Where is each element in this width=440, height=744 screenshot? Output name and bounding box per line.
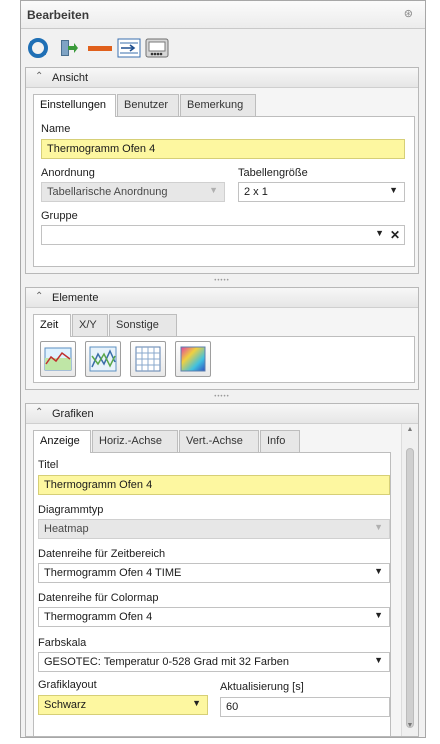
ansicht-tab-body: Name Thermogramm Ofen 4 Anordnung Tabell… xyxy=(33,116,415,267)
grafiklayout-label: Grafiklayout xyxy=(38,679,97,691)
chevron-down-icon[interactable]: ▼ xyxy=(374,566,383,576)
scroll-up-icon[interactable]: ▲ xyxy=(402,426,418,438)
table-grid-icon xyxy=(135,346,161,372)
elemente-tabs: Zeit X/Y Sonstige xyxy=(33,314,233,337)
chevron-down-icon[interactable]: ▼ xyxy=(374,655,383,665)
tab-bemerkung[interactable]: Bemerkung xyxy=(180,94,256,116)
chevron-up-icon: ⌃ xyxy=(35,407,44,418)
elemente-section: ⌃ Elemente Zeit X/Y Sonstige xyxy=(25,287,419,390)
diagrammtyp-label: Diagrammtyp xyxy=(38,504,104,516)
tab-einstellungen[interactable]: Einstellungen xyxy=(33,94,116,117)
tab-xy[interactable]: X/Y xyxy=(72,314,108,336)
chevron-up-icon: ⌃ xyxy=(35,291,44,302)
ansicht-header-label: Ansicht xyxy=(52,72,89,84)
gruppe-select[interactable]: ▼ ✕ xyxy=(41,225,405,245)
tab-benutzer[interactable]: Benutzer xyxy=(117,94,179,116)
grafiken-tabs: Anzeige Horiz.-Achse Vert.-Achse Info xyxy=(33,430,393,453)
clear-icon[interactable]: ✕ xyxy=(390,228,400,242)
farbskala-select[interactable]: GESOTEC: Temperatur 0-528 Grad mit 32 Fa… xyxy=(38,652,390,672)
anordnung-select: Tabellarische Anordnung ▼ xyxy=(41,182,225,202)
name-field[interactable]: Thermogramm Ofen 4 xyxy=(41,139,405,159)
diagrammtyp-select: Heatmap ▼ xyxy=(38,519,390,539)
elemente-header[interactable]: ⌃ Elemente xyxy=(26,288,418,308)
zeitbereich-value: Thermogramm Ofen 4 TIME xyxy=(44,567,182,579)
colormap-value: Thermogramm Ofen 4 xyxy=(44,611,153,623)
heatmap-button[interactable] xyxy=(175,341,211,377)
chevron-down-icon[interactable]: ▼ xyxy=(375,228,384,238)
table-grid-button[interactable] xyxy=(130,341,166,377)
arrow-indent-icon[interactable] xyxy=(117,37,141,59)
heatmap-icon xyxy=(180,346,206,372)
titel-label: Titel xyxy=(38,459,59,471)
ansicht-section: ⌃ Ansicht Einstellungen Benutzer Bemerku… xyxy=(25,67,419,274)
line-chart-button[interactable] xyxy=(40,341,76,377)
gruppe-label: Gruppe xyxy=(41,210,78,222)
grafiken-section: ⌃ Grafiken Anzeige Horiz.-Achse Vert.-Ac… xyxy=(25,403,419,737)
grafiken-header-label: Grafiken xyxy=(52,408,94,420)
chevron-down-icon: ▼ xyxy=(374,522,383,532)
anordnung-label: Anordnung xyxy=(41,167,95,179)
splitter-handle[interactable]: ••••• xyxy=(25,278,419,284)
aktualisierung-label: Aktualisierung [s] xyxy=(220,681,304,693)
chevron-down-icon[interactable]: ▼ xyxy=(192,698,201,708)
diagrammtyp-value: Heatmap xyxy=(44,523,89,535)
aktualisierung-field[interactable]: 60 xyxy=(220,697,390,717)
pin-icon[interactable]: ⊛ xyxy=(404,7,413,20)
grafiklayout-select[interactable]: Schwarz ▼ xyxy=(38,695,208,715)
elemente-header-label: Elemente xyxy=(52,292,99,304)
tab-vert-achse[interactable]: Vert.-Achse xyxy=(179,430,259,452)
farbskala-label: Farbskala xyxy=(38,637,87,649)
chevron-up-icon: ⌃ xyxy=(35,71,44,82)
titel-field[interactable]: Thermogramm Ofen 4 xyxy=(38,475,390,495)
panel-title: Bearbeiten xyxy=(27,8,90,22)
xy-chart-button[interactable] xyxy=(85,341,121,377)
toolbar xyxy=(21,30,425,64)
tab-horiz-achse[interactable]: Horiz.-Achse xyxy=(92,430,178,452)
scroll-thumb[interactable] xyxy=(406,448,414,728)
edit-panel: Bearbeiten ⊛ ⌃ Ansicht Einstellungen Ben… xyxy=(20,0,426,738)
grafiklayout-value: Schwarz xyxy=(44,699,87,711)
colormap-label: Datenreihe für Colormap xyxy=(38,592,159,604)
scroll-down-icon[interactable]: ▼ xyxy=(402,722,418,734)
tab-sonstige[interactable]: Sonstige xyxy=(109,314,177,336)
zeitbereich-label: Datenreihe für Zeitbereich xyxy=(38,548,166,560)
zeitbereich-select[interactable]: Thermogramm Ofen 4 TIME ▼ xyxy=(38,563,390,583)
tab-info[interactable]: Info xyxy=(260,430,300,452)
tab-zeit[interactable]: Zeit xyxy=(33,314,71,337)
chevron-down-icon[interactable]: ▼ xyxy=(389,185,398,195)
chevron-down-icon[interactable]: ▼ xyxy=(374,610,383,620)
ansicht-header[interactable]: ⌃ Ansicht xyxy=(26,68,418,88)
tabellengroesse-select[interactable]: 2 x 1 ▼ xyxy=(238,182,405,202)
elemente-tab-body xyxy=(33,336,415,383)
line-style-icon[interactable] xyxy=(87,37,113,59)
display-icon[interactable] xyxy=(145,37,169,59)
grafiken-tab-body: Titel Thermogramm Ofen 4 Diagrammtyp Hea… xyxy=(33,452,391,736)
chevron-down-icon: ▼ xyxy=(209,185,218,195)
name-label: Name xyxy=(41,123,71,135)
farbskala-value: GESOTEC: Temperatur 0-528 Grad mit 32 Fa… xyxy=(44,656,289,668)
anordnung-value: Tabellarische Anordnung xyxy=(47,186,168,198)
line-chart-icon xyxy=(44,347,72,371)
exit-icon[interactable] xyxy=(57,37,79,59)
panel-titlebar: Bearbeiten ⊛ xyxy=(21,1,425,29)
colormap-select[interactable]: Thermogramm Ofen 4 ▼ xyxy=(38,607,390,627)
refresh-icon[interactable] xyxy=(27,37,49,59)
tabellengroesse-label: Tabellengröße xyxy=(238,167,308,179)
grafiken-scrollbar[interactable]: ▲ ▼ xyxy=(401,424,418,736)
splitter-handle[interactable]: ••••• xyxy=(25,394,419,400)
xy-chart-icon xyxy=(89,346,117,372)
tab-anzeige[interactable]: Anzeige xyxy=(33,430,91,453)
tabellengroesse-value: 2 x 1 xyxy=(244,186,268,198)
ansicht-tabs: Einstellungen Benutzer Bemerkung xyxy=(33,94,413,117)
grafiken-header[interactable]: ⌃ Grafiken xyxy=(26,404,418,424)
